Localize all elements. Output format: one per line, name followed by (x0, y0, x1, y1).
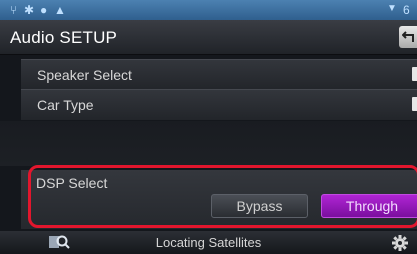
list-item-speaker-select[interactable]: Speaker Select (21, 59, 417, 90)
page-title: Audio SETUP (10, 28, 118, 47)
title-bar: Audio SETUP (0, 20, 417, 55)
usb-icon: ⑂ (10, 3, 18, 17)
row-indicator-icon (412, 97, 417, 111)
message-icon: ● (40, 3, 48, 17)
list-item-label: Speaker Select (37, 67, 132, 83)
bluetooth-icon: ✱ (24, 3, 35, 17)
back-button[interactable] (399, 26, 417, 48)
audio-setup-screen: ⑂ ✱ ● ▲ ▼ 6 Audio SETUP Speaker Select C… (0, 0, 417, 254)
wifi-icon: ▼ (387, 3, 397, 14)
highlight-box (28, 165, 417, 228)
bottom-bar: Locating Satellites (0, 231, 417, 254)
status-bar: ⑂ ✱ ● ▲ ▼ 6 (0, 0, 417, 20)
row-indicator-icon (412, 67, 417, 81)
list-item-car-type[interactable]: Car Type (21, 89, 417, 120)
empty-list-area (0, 121, 417, 166)
warning-icon: ▲ (54, 3, 66, 17)
gear-icon[interactable] (391, 234, 409, 254)
status-right-text: 6 (403, 3, 410, 17)
list-item-label: Car Type (37, 97, 94, 113)
navigation-status-text: Locating Satellites (155, 235, 262, 250)
back-arrow-icon (402, 31, 414, 42)
